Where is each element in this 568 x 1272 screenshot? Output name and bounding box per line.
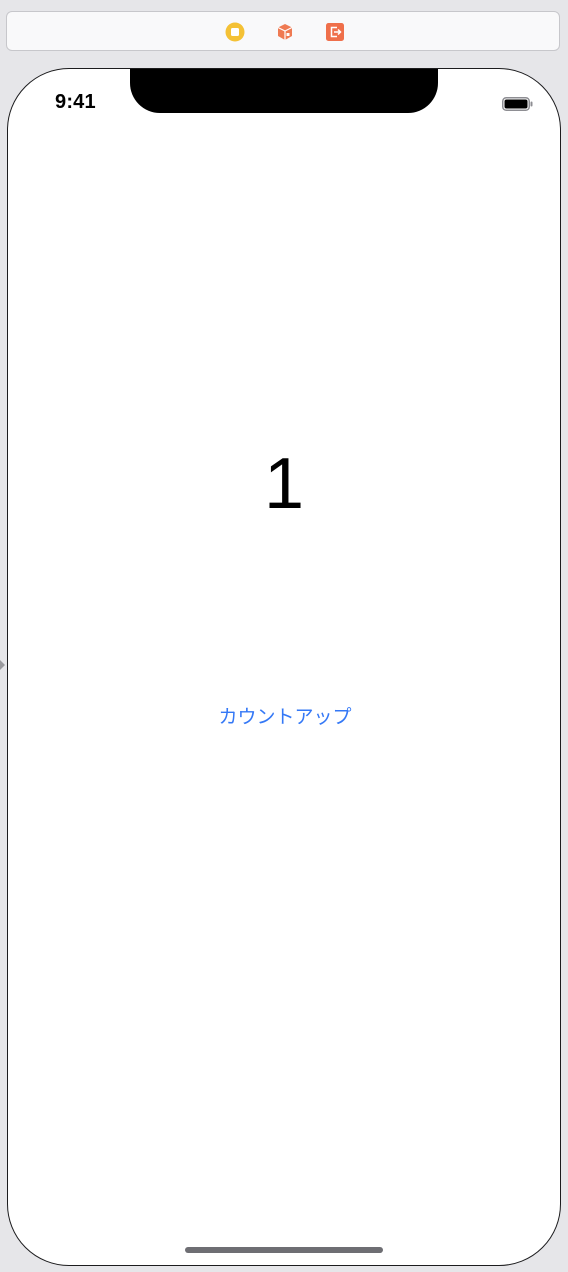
scene-dock	[6, 11, 560, 51]
battery-icon	[502, 97, 533, 111]
device-frame: 9:41 1 カウントアップ	[7, 68, 561, 1266]
device-notch	[130, 69, 438, 113]
segue-arrow	[0, 660, 5, 670]
first-responder-icon[interactable]	[275, 22, 295, 42]
counter-label: 1	[263, 444, 305, 524]
status-bar-time: 9:41	[55, 91, 96, 113]
count-up-button[interactable]: カウントアップ	[185, 697, 385, 737]
home-indicator	[185, 1247, 383, 1253]
view-controller-icon[interactable]	[225, 22, 245, 42]
exit-icon[interactable]	[325, 22, 345, 42]
